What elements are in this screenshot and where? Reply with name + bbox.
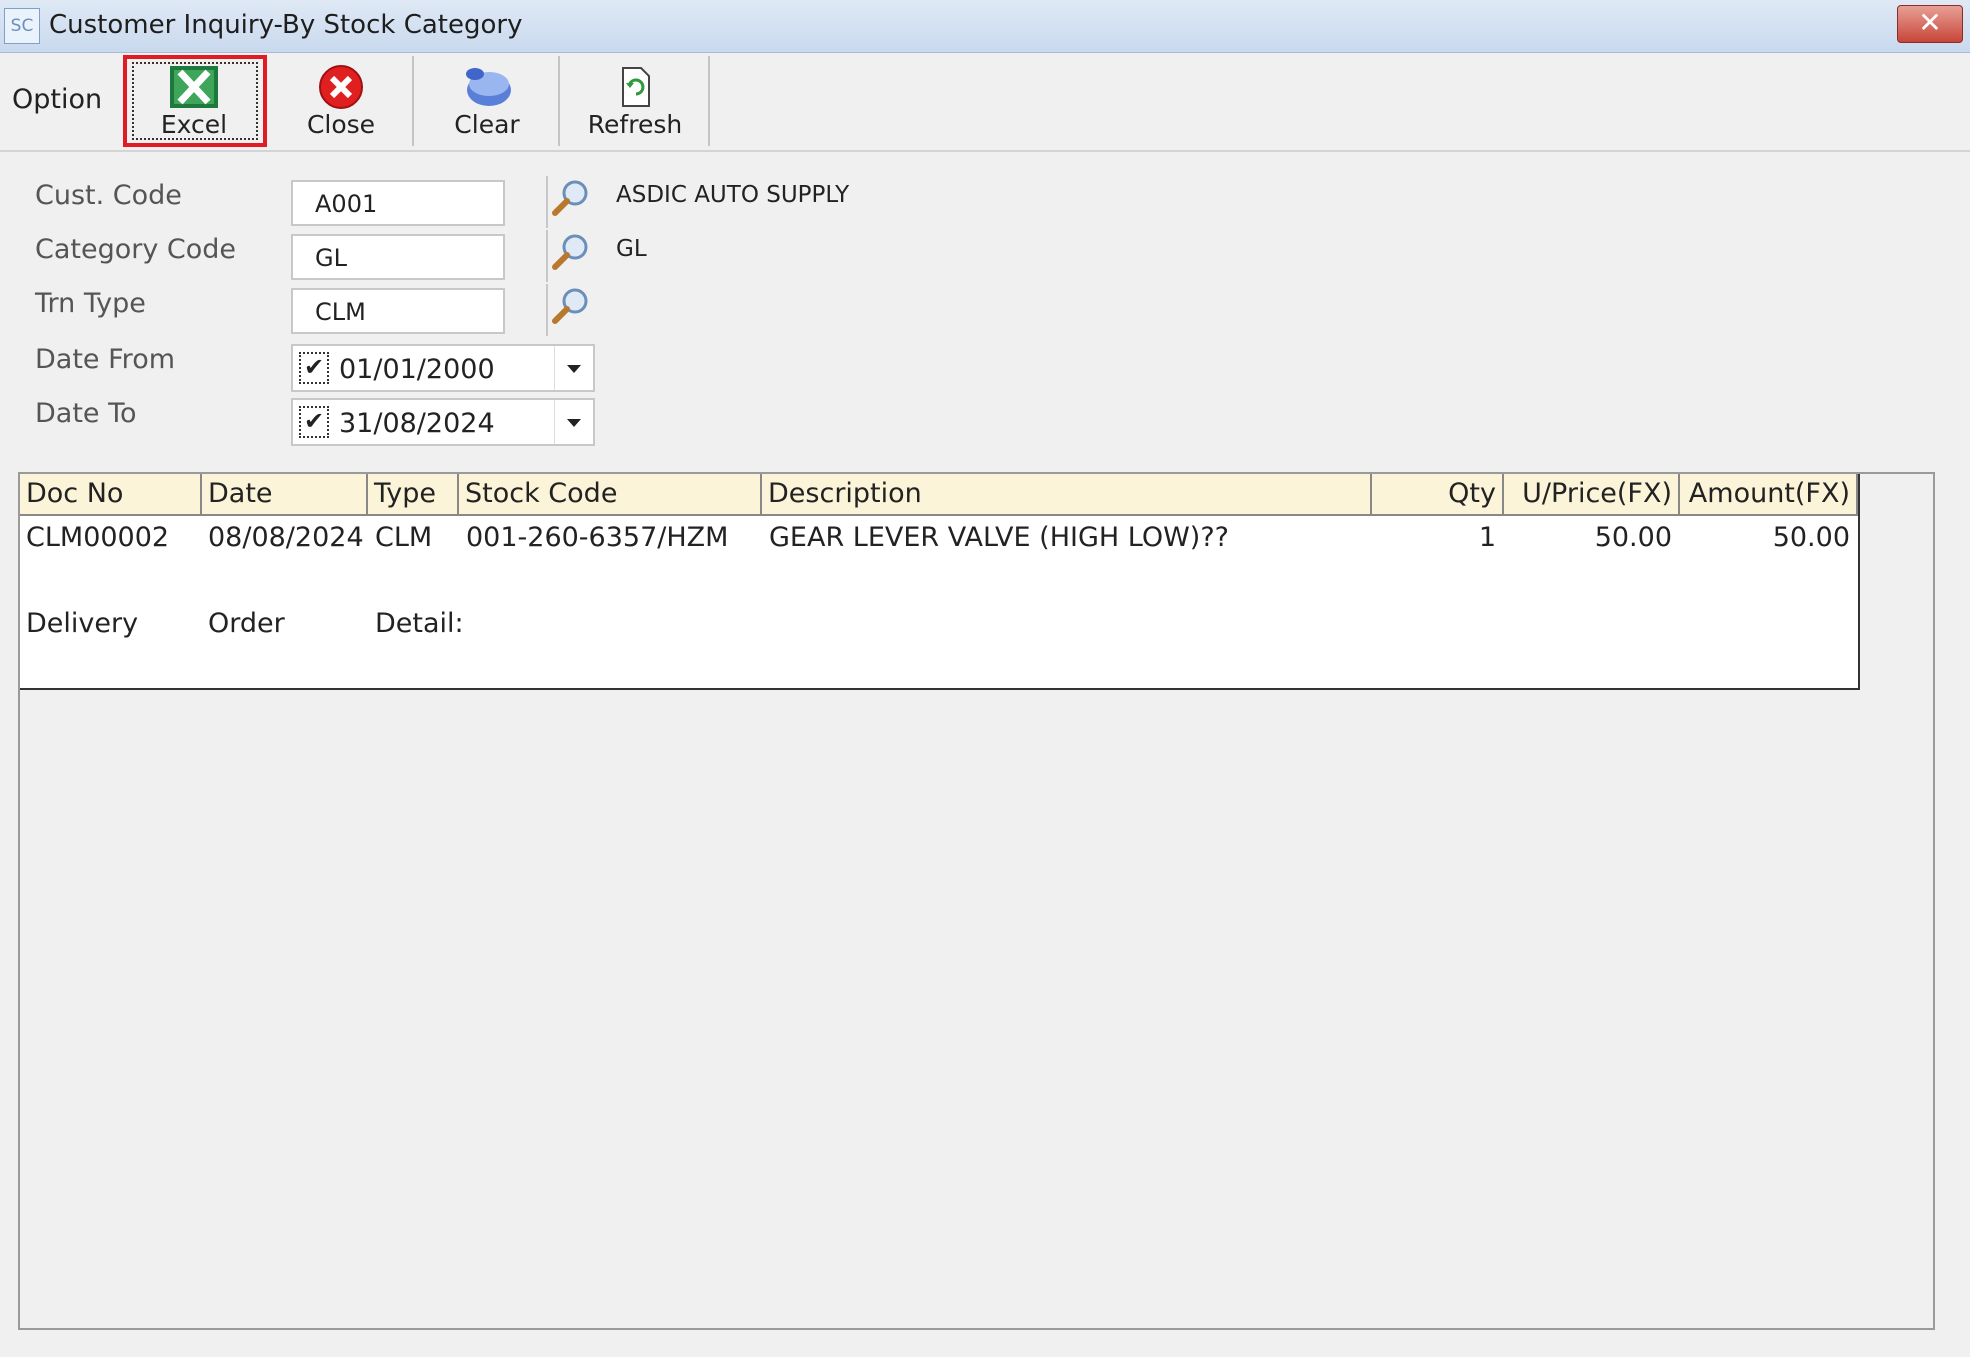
cell-type: CLM [375, 522, 433, 553]
cust-code-input[interactable]: A001 [291, 180, 505, 226]
date-to-label: Date To [35, 398, 137, 429]
cell-description: GEAR LEVER VALVE (HIGH LOW)?? [769, 522, 1230, 553]
detail-header-order: Order [208, 608, 285, 639]
col-header-date[interactable]: Date [202, 474, 368, 516]
trn-type-lookup-button[interactable] [546, 284, 594, 336]
results-grid[interactable]: Doc No Date Type Stock Code Description … [20, 474, 1860, 690]
magnifier-icon [552, 180, 588, 216]
eraser-icon [466, 68, 511, 106]
cust-code-label: Cust. Code [35, 180, 182, 211]
close-button[interactable]: Close [270, 56, 414, 146]
trn-type-label: Trn Type [35, 288, 146, 319]
refresh-button[interactable]: Refresh [562, 56, 710, 146]
refresh-icon [622, 67, 650, 107]
cust-name-text: ASDIC AUTO SUPPLY [616, 182, 850, 208]
magnifier-icon [552, 288, 588, 324]
cust-code-lookup-button[interactable] [546, 176, 594, 228]
window-title: Customer Inquiry-By Stock Category [49, 10, 523, 40]
cell-stock-code: 001-260-6357/HZM [466, 522, 729, 553]
date-to-value: 31/08/2024 [339, 408, 495, 439]
refresh-label: Refresh [587, 110, 683, 139]
cell-date: 08/08/2024 [208, 522, 364, 553]
date-from-dropdown-button[interactable] [554, 346, 593, 390]
date-to-picker[interactable]: ✔ 31/08/2024 [291, 398, 595, 446]
magnifier-icon [552, 234, 588, 270]
date-to-checkbox[interactable]: ✔ [299, 406, 329, 438]
col-header-description[interactable]: Description [762, 474, 1372, 516]
option-label: Option [12, 84, 103, 115]
excel-focus-rect [132, 62, 258, 140]
date-to-dropdown-button[interactable] [554, 400, 593, 444]
results-panel: Doc No Date Type Stock Code Description … [18, 472, 1935, 1330]
col-header-unit-price[interactable]: U/Price(FX) [1504, 474, 1680, 516]
col-header-doc-no[interactable]: Doc No [20, 474, 202, 516]
trn-type-input[interactable]: CLM [291, 288, 505, 334]
col-header-stock-code[interactable]: Stock Code [459, 474, 762, 516]
cell-amount: 50.00 [1772, 522, 1850, 553]
cell-qty: 1 [1478, 522, 1496, 553]
close-circle-icon [319, 65, 363, 109]
clear-label: Clear [454, 110, 520, 139]
detail-header-delivery: Delivery [26, 608, 139, 639]
category-code-input[interactable]: GL [291, 234, 505, 280]
close-label: Close [306, 110, 376, 139]
category-desc-text: GL [616, 236, 647, 262]
col-header-type[interactable]: Type [368, 474, 459, 516]
window-close-button[interactable]: ✕ [1897, 5, 1963, 43]
date-from-picker[interactable]: ✔ 01/01/2000 [291, 344, 595, 392]
date-from-value: 01/01/2000 [339, 354, 495, 385]
clear-button[interactable]: Clear [416, 56, 560, 146]
col-header-qty[interactable]: Qty [1372, 474, 1504, 516]
date-from-checkbox[interactable]: ✔ [299, 352, 329, 384]
cell-unit-price: 50.00 [1594, 522, 1672, 553]
app-icon: SC [4, 8, 40, 44]
filter-form: Cust. Code A001 ASDIC AUTO SUPPLY Catego… [18, 162, 1950, 462]
category-code-label: Category Code [35, 234, 237, 265]
cell-doc-no: CLM00002 [26, 522, 170, 553]
col-header-amount[interactable]: Amount(FX) [1680, 474, 1858, 516]
toolbar: Option Excel Close Clear Refresh [0, 54, 1970, 152]
detail-header-detail: Detail: [375, 608, 464, 639]
date-from-label: Date From [35, 344, 176, 375]
title-bar: SC Customer Inquiry-By Stock Category ✕ [0, 0, 1970, 53]
category-code-lookup-button[interactable] [546, 230, 594, 282]
